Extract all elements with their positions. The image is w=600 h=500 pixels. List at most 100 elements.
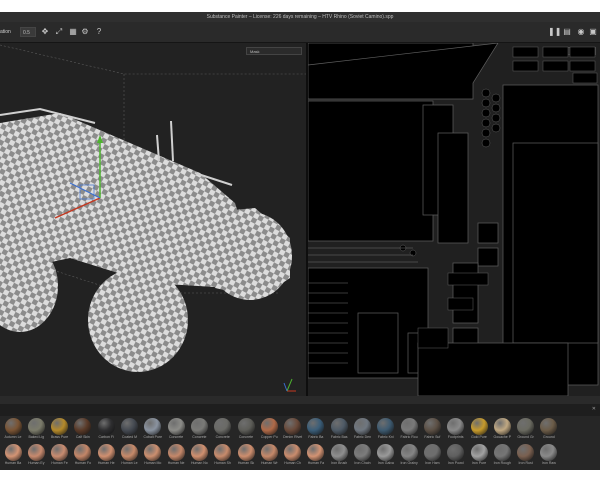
material-label: Human Le xyxy=(121,461,138,465)
material-label: Human Mo xyxy=(144,461,162,465)
material-preview-sphere xyxy=(540,444,558,461)
material-thumbnail[interactable]: Copper Pu xyxy=(258,418,280,444)
material-thumbnail[interactable]: Carbon Fi xyxy=(95,418,117,444)
material-preview-sphere xyxy=(27,444,45,461)
material-thumbnail[interactable]: Human He xyxy=(95,444,117,470)
material-thumbnail[interactable]: Human Fa xyxy=(305,444,327,470)
material-thumbnail[interactable]: Iron Powd xyxy=(445,444,467,470)
settings-icon[interactable]: ⚙ xyxy=(80,27,90,37)
material-thumbnail[interactable]: Human Ey xyxy=(25,444,47,470)
material-thumbnail[interactable]: Iron Grainy xyxy=(398,444,420,470)
material-preview-sphere xyxy=(167,418,185,435)
material-label: Fabric Kni xyxy=(377,435,394,439)
material-preview-sphere xyxy=(377,444,395,461)
material-thumbnail[interactable]: Human Ch xyxy=(282,444,304,470)
material-thumbnail[interactable]: Concrete xyxy=(235,418,257,444)
pan-icon[interactable]: ✥ xyxy=(40,27,50,37)
shelf-splitter[interactable] xyxy=(0,396,600,404)
material-thumbnail[interactable]: Human Fe xyxy=(49,444,71,470)
grid-icon[interactable]: ▦ xyxy=(68,27,78,37)
material-thumbnail[interactable]: Human Sk xyxy=(235,444,257,470)
material-thumbnail[interactable]: Calf Skin xyxy=(72,418,94,444)
viewport-2d[interactable]: Mask xyxy=(308,43,600,396)
material-thumbnail[interactable]: Gouache P xyxy=(491,418,513,444)
material-thumbnail[interactable]: Human Ne xyxy=(165,444,187,470)
material-thumbnail[interactable]: Human Mo xyxy=(142,444,164,470)
material-thumbnail[interactable]: Iron Rust xyxy=(515,444,537,470)
material-label: Footprints xyxy=(447,435,464,439)
material-thumbnail[interactable]: Baked Lig xyxy=(25,418,47,444)
material-preview-sphere xyxy=(423,418,441,435)
material-preview-sphere xyxy=(540,418,558,435)
material-thumbnail[interactable]: Fabric Rou xyxy=(398,418,420,444)
material-thumbnail[interactable]: Iron Ham xyxy=(421,444,443,470)
material-thumbnail[interactable]: Fabric Den xyxy=(352,418,374,444)
material-preview-sphere xyxy=(354,444,371,461)
material-preview-sphere xyxy=(214,444,232,461)
transform-icon[interactable]: ⤢ xyxy=(54,27,64,37)
material-thumbnail[interactable]: Fabric Bas xyxy=(328,418,350,444)
material-thumbnail[interactable]: Fabric Kni xyxy=(375,418,397,444)
material-thumbnail[interactable]: Iron Raw xyxy=(538,444,560,470)
material-thumbnail[interactable]: Iron Galva xyxy=(375,444,397,470)
material-preview-sphere xyxy=(330,418,348,435)
material-thumbnail[interactable]: Denim Rivet xyxy=(282,418,304,444)
camera-icon[interactable]: ◉ xyxy=(576,27,586,37)
material-preview-sphere xyxy=(121,418,138,435)
material-thumbnail[interactable]: Ground Gr xyxy=(515,418,537,444)
material-thumbnail[interactable]: Human Fo xyxy=(72,444,94,470)
material-thumbnail[interactable]: Gold Pure xyxy=(468,418,490,444)
uv-layout xyxy=(308,43,599,396)
material-thumbnail[interactable]: Autumn Le xyxy=(2,418,24,444)
main-toolbar: ation 0.5 ✥ ⤢ ▦ ⚙ ? ❚❚ ▤ ◉ ▣ xyxy=(0,22,600,43)
material-preview-sphere xyxy=(121,444,138,461)
screenshot-icon[interactable]: ▣ xyxy=(588,27,598,37)
material-label: Brass Pure xyxy=(50,435,69,439)
pause-icon[interactable]: ❚❚ xyxy=(548,27,561,37)
material-label: Carbon Fi xyxy=(98,435,114,439)
material-thumbnail[interactable]: Iron Brush xyxy=(328,444,350,470)
material-label: Iron Powd xyxy=(447,461,464,465)
material-label: Calf Skin xyxy=(75,435,90,439)
material-preview-sphere xyxy=(470,418,488,435)
material-thumbnail[interactable]: Human Le xyxy=(119,444,141,470)
material-thumbnail[interactable]: Footprints xyxy=(445,418,467,444)
brush-size-field[interactable]: 0.5 xyxy=(20,27,36,37)
material-thumbnail[interactable]: Iron Pure xyxy=(468,444,490,470)
material-label: Iron Galva xyxy=(377,461,394,465)
material-thumbnail[interactable]: Coated M xyxy=(119,418,141,444)
help-icon[interactable]: ? xyxy=(94,27,104,37)
material-preview-sphere xyxy=(237,444,255,461)
material-thumbnail[interactable]: Concrete xyxy=(212,418,234,444)
shelf-close-icon[interactable]: ✕ xyxy=(592,406,596,412)
material-thumbnail[interactable]: Human Ba xyxy=(2,444,24,470)
viewport-3d[interactable]: Mask xyxy=(0,43,306,396)
material-label: Iron Rough xyxy=(493,461,511,465)
material-thumbnail[interactable]: Iron Rough xyxy=(491,444,513,470)
material-preview-sphere xyxy=(400,444,418,461)
material-label: Iron Ham xyxy=(425,461,440,465)
material-label: Human Fa xyxy=(307,461,325,465)
material-thumbnail[interactable]: Ground xyxy=(538,418,560,444)
material-thumbnail[interactable]: Concrete xyxy=(165,418,187,444)
material-preview-sphere xyxy=(237,418,255,435)
material-thumbnail[interactable]: Concrete xyxy=(188,418,210,444)
material-label: Fabric Den xyxy=(353,435,372,439)
material-thumbnail[interactable]: Iron Chain xyxy=(352,444,374,470)
toolbar-label: ation xyxy=(0,29,11,35)
material-label: Human Sk xyxy=(237,461,255,465)
material-thumbnail[interactable]: Fabric Suf xyxy=(421,418,443,444)
material-preview-sphere xyxy=(447,444,465,461)
material-thumbnail[interactable]: Human No xyxy=(188,444,210,470)
material-thumbnail[interactable]: Fabric Ba xyxy=(305,418,327,444)
material-preview-sphere xyxy=(74,444,92,461)
material-thumbnail[interactable]: Brass Pure xyxy=(49,418,71,444)
material-thumbnail[interactable]: Cobalt Pure xyxy=(142,418,164,444)
material-preview-sphere xyxy=(330,444,348,461)
material-preview-sphere xyxy=(377,418,395,435)
material-thumbnail[interactable]: Human Wr xyxy=(258,444,280,470)
material-preview-sphere xyxy=(144,418,162,435)
material-preview-sphere xyxy=(284,418,302,435)
material-thumbnail[interactable]: Human Sh xyxy=(212,444,234,470)
render-icon[interactable]: ▤ xyxy=(562,27,572,37)
